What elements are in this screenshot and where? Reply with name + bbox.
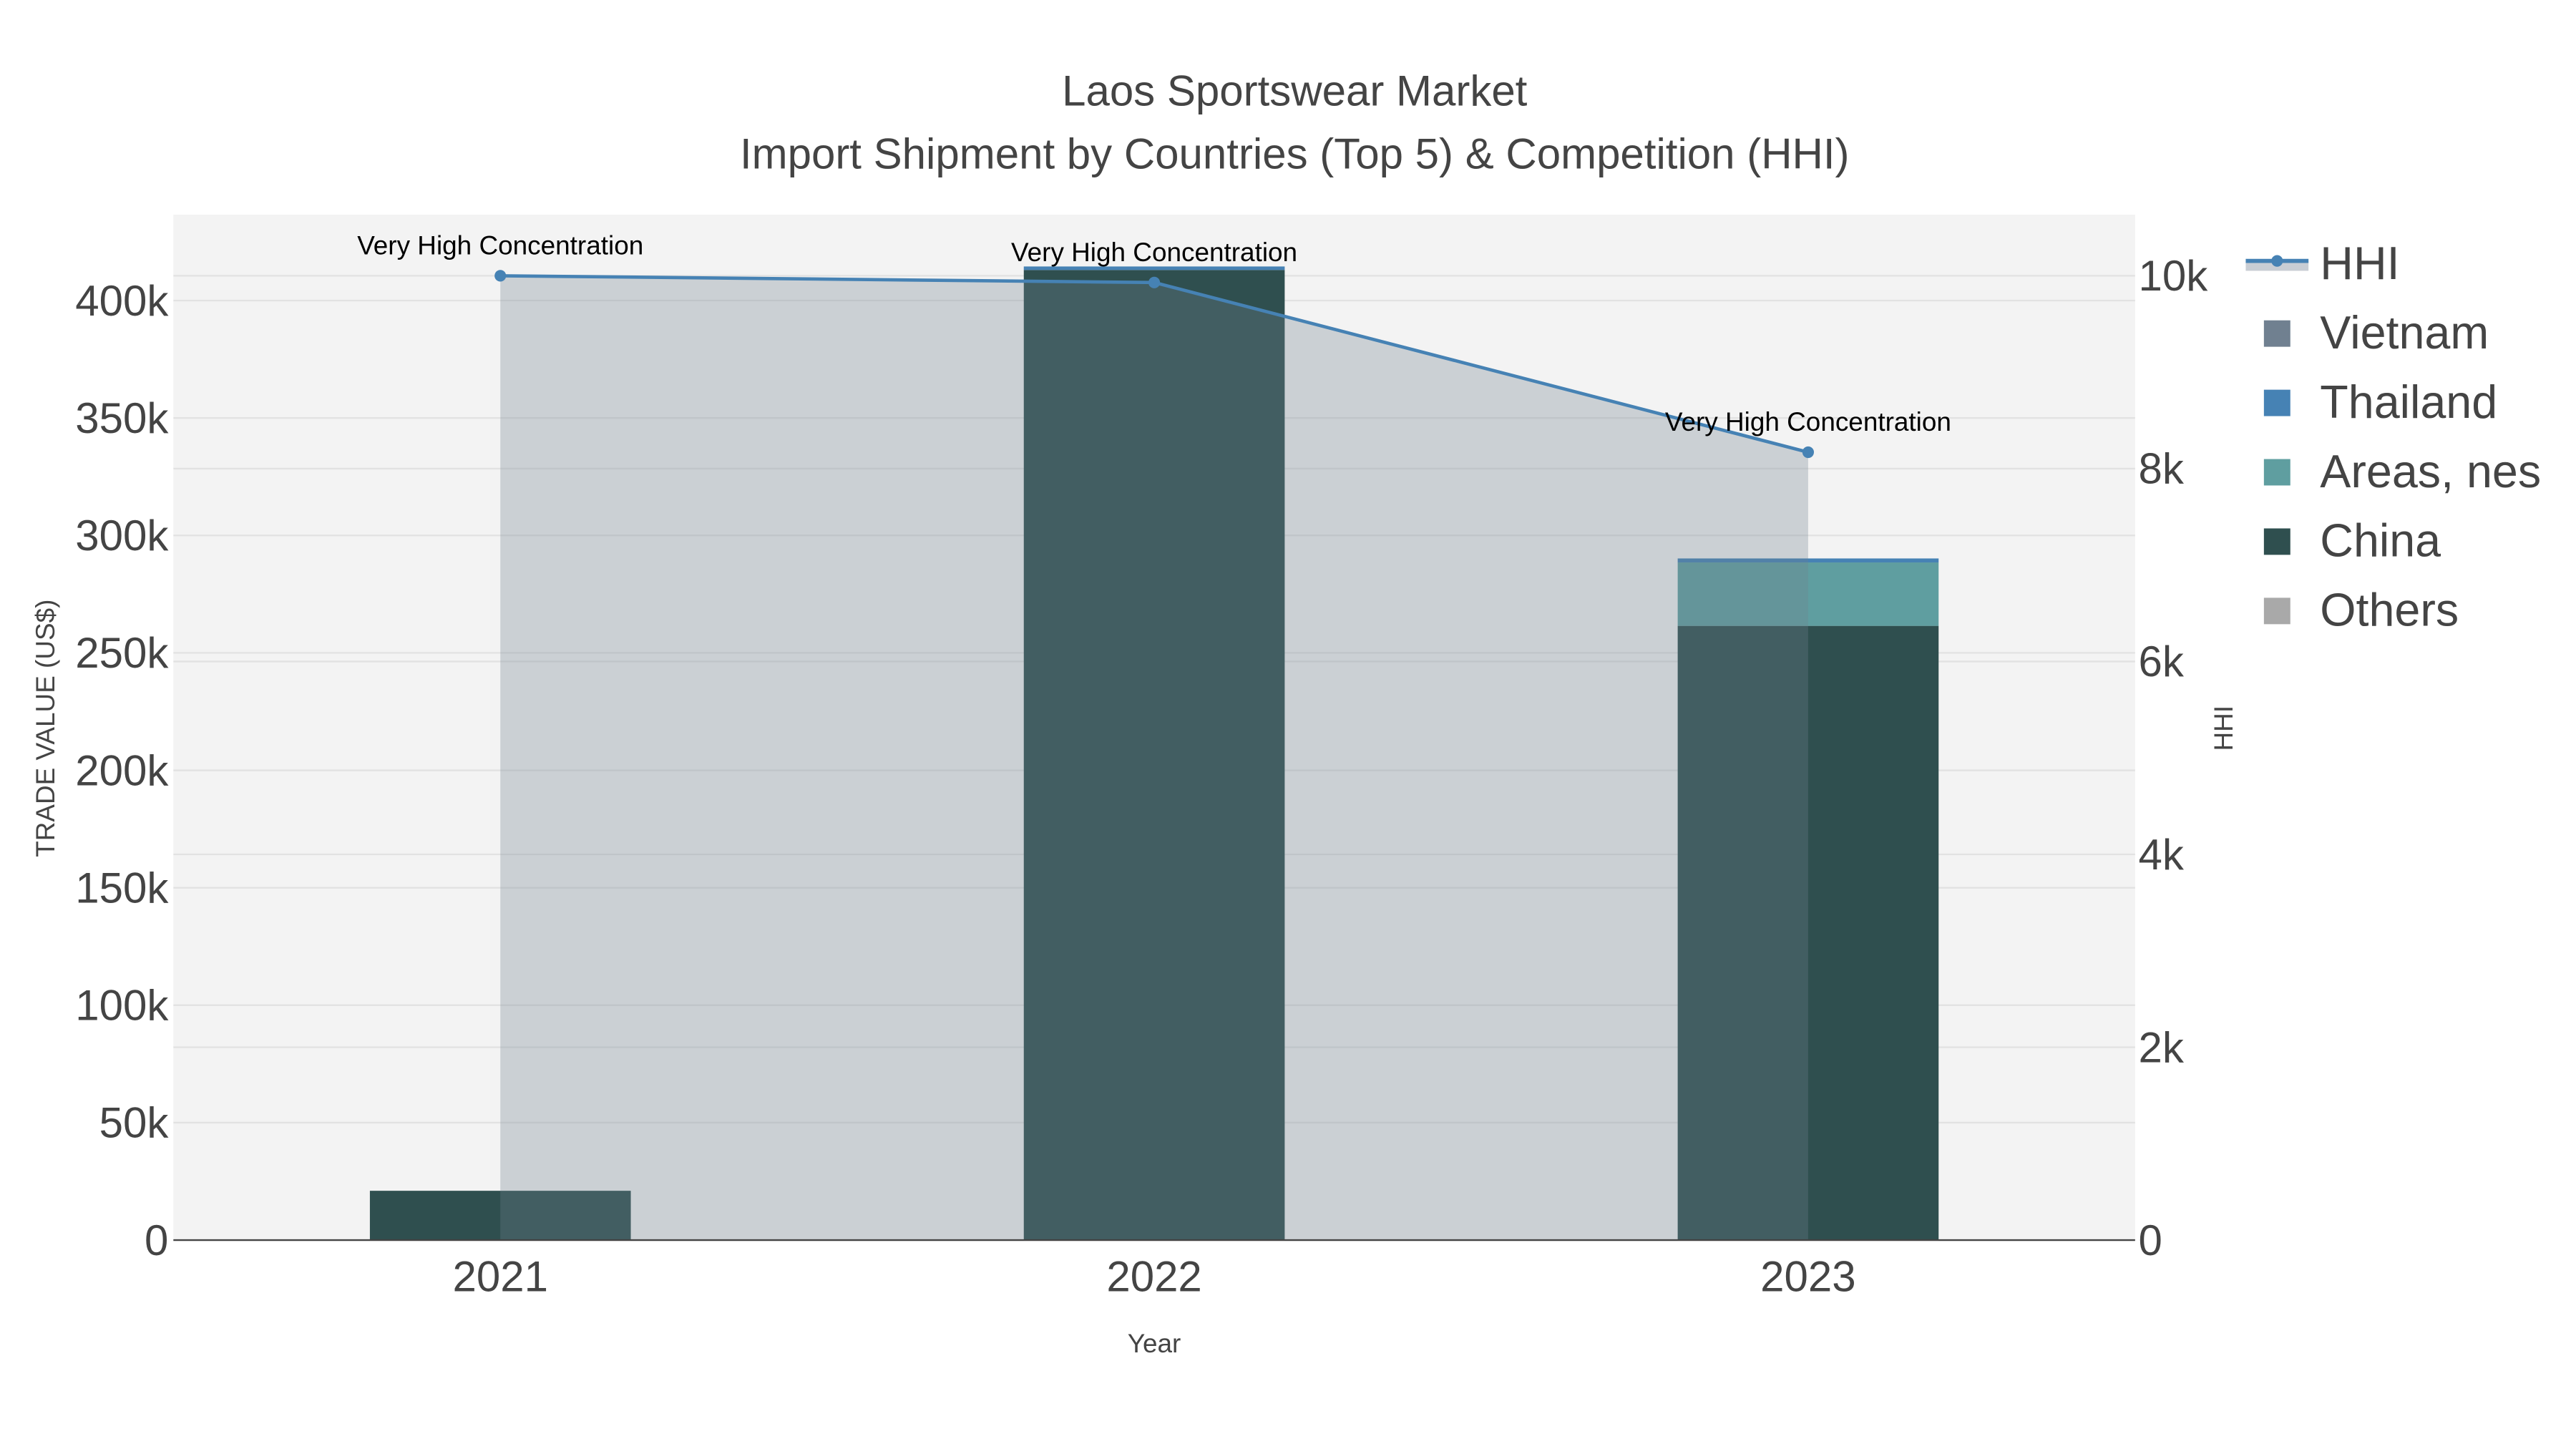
legend-swatch-others xyxy=(2263,597,2290,625)
y-tick-label: 150k xyxy=(75,864,169,912)
legend-swatch-hhi-marker xyxy=(2271,255,2283,267)
legend-label-vietnam: Vietnam xyxy=(2320,307,2489,358)
x-tick-label: 2022 xyxy=(1106,1253,1201,1301)
hhi-marker-2022 xyxy=(1148,276,1161,288)
hhi-annotation-2022: Very High Concentration xyxy=(1011,238,1297,267)
y2-tick-label: 4k xyxy=(2138,831,2184,879)
y2-tick-label: 10k xyxy=(2138,252,2208,300)
y2-tick-label: 8k xyxy=(2138,445,2184,493)
legend-label-hhi: HHI xyxy=(2320,238,2399,289)
legend-label-areas-nes: Areas, nes xyxy=(2320,446,2541,497)
y2-axis-title: HHI xyxy=(2209,706,2238,751)
x-tick-label: 2023 xyxy=(1760,1253,1855,1301)
y2-tick-label: 6k xyxy=(2138,638,2184,686)
chart: Very High Concentration Very High Concent… xyxy=(0,0,2576,1449)
legend-label-others: Others xyxy=(2320,585,2459,636)
x-tick-label: 2021 xyxy=(452,1253,547,1301)
legend-swatch-china xyxy=(2263,528,2290,555)
y2-tick-label: 2k xyxy=(2138,1023,2184,1071)
chart-subtitle: Import Shipment by Countries (Top 5) & C… xyxy=(740,130,1850,177)
y-tick-label: 0 xyxy=(145,1216,168,1264)
bar-thailand-2022 xyxy=(1023,266,1285,270)
y-tick-label: 50k xyxy=(99,1099,170,1147)
y-tick-label: 250k xyxy=(75,629,169,677)
y-tick-label: 400k xyxy=(75,277,169,325)
y2-tick-label: 0 xyxy=(2138,1216,2162,1264)
y-tick-label: 200k xyxy=(75,746,169,794)
hhi-marker-2023 xyxy=(1802,446,1814,459)
legend-swatch-vietnam xyxy=(2263,320,2290,347)
legend-label-china: China xyxy=(2320,515,2441,567)
legend-swatch-thailand xyxy=(2263,389,2290,416)
hhi-marker-2021 xyxy=(494,270,507,282)
legend-swatch-areas-nes xyxy=(2263,459,2290,486)
y-tick-label: 300k xyxy=(75,512,169,560)
hhi-annotation-2021: Very High Concentration xyxy=(357,230,643,260)
hhi-area xyxy=(500,275,1808,1241)
legend-label-thailand: Thailand xyxy=(2320,376,2497,428)
y-tick-label: 350k xyxy=(75,394,169,442)
y-tick-label: 100k xyxy=(75,982,169,1030)
chart-title: Laos Sportswear Market xyxy=(1062,67,1528,115)
y-axis-title: TRADE VALUE (US$) xyxy=(31,600,60,857)
hhi-annotation-2023: Very High Concentration xyxy=(1665,407,1951,436)
x-axis-title: Year xyxy=(1128,1329,1181,1358)
